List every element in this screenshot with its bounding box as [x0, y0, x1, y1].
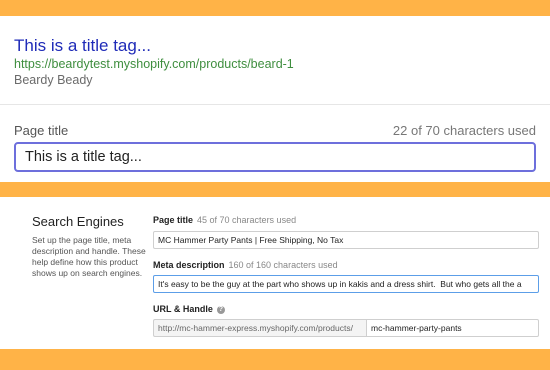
seo-page-title-input[interactable] — [153, 231, 539, 249]
url-handle-input[interactable] — [366, 319, 539, 337]
divider — [0, 104, 550, 105]
page-title-input[interactable] — [14, 142, 536, 172]
preview-url: https://beardytest.myshopify.com/product… — [14, 57, 294, 71]
url-handle-label-text: URL & Handle — [153, 304, 213, 314]
help-icon[interactable]: ? — [216, 306, 225, 314]
url-prefix: http://mc-hammer-express.myshopify.com/p… — [153, 319, 366, 337]
meta-description-label: Meta description 160 of 160 characters us… — [153, 260, 338, 270]
seo-page-title-label-text: Page title — [153, 215, 194, 225]
meta-description-char-count: 160 of 160 characters used — [228, 260, 338, 270]
meta-description-label-text: Meta description — [153, 260, 225, 270]
seo-page-title-char-count: 45 of 70 characters used — [197, 215, 297, 225]
url-handle-label: URL & Handle? — [153, 304, 225, 314]
page-title-char-count: 22 of 70 characters used — [392, 123, 536, 138]
search-engines-panel: Search Engines Set up the page title, me… — [0, 197, 550, 349]
meta-description-input[interactable] — [153, 275, 539, 293]
seo-page-title-label: Page title 45 of 70 characters used — [153, 215, 296, 225]
section-heading: Search Engines — [32, 214, 124, 229]
search-preview-panel: This is a title tag... https://beardytes… — [0, 16, 550, 182]
section-description: Set up the page title, meta description … — [32, 235, 146, 278]
preview-store-name: Beardy Beady — [14, 73, 93, 87]
preview-title[interactable]: This is a title tag... — [14, 36, 151, 56]
page-title-label: Page title — [14, 123, 69, 138]
